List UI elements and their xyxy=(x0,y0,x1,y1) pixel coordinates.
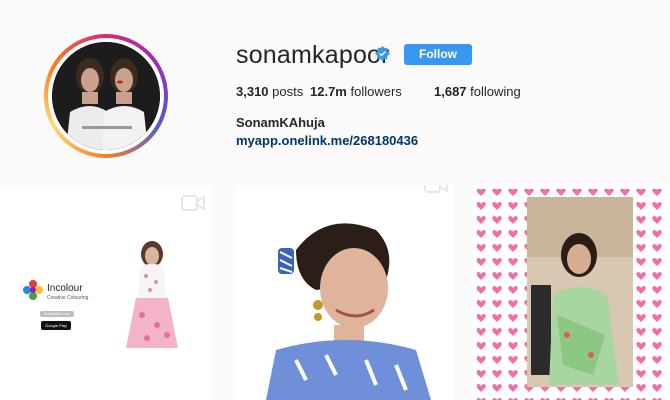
posts-count[interactable]: 3,310 posts xyxy=(236,84,303,99)
avatar[interactable] xyxy=(52,42,160,150)
following-count[interactable]: 1,687 following xyxy=(434,84,521,99)
post-image-woman-pink-skirt xyxy=(126,241,178,348)
video-camera-icon xyxy=(181,195,205,211)
profile-link[interactable]: myapp.onelink.me/268180436 xyxy=(236,133,418,148)
story-ring[interactable] xyxy=(44,34,168,158)
verified-badge-icon xyxy=(375,46,390,61)
download-label: Download now xyxy=(40,311,74,317)
google-play-badge: Google Play xyxy=(41,321,71,330)
profile-header: sonamkapoor Follow 3,310 posts 12.7m fol… xyxy=(0,0,670,183)
post-thumbnail[interactable]: Incolour Creative Colouring Download now… xyxy=(0,185,211,400)
follow-button[interactable]: Follow xyxy=(404,44,472,65)
profile-username: sonamkapoor xyxy=(236,41,390,69)
post-thumbnail[interactable] xyxy=(236,185,454,400)
post-thumbnail[interactable] xyxy=(473,185,670,400)
brand-name: Incolour xyxy=(47,283,83,294)
brand-tagline: Creative Colouring xyxy=(47,295,89,301)
profile-full-name: SonamKAhuja xyxy=(236,115,325,130)
avatar-image xyxy=(52,42,160,150)
post-image-woman-smiling xyxy=(266,223,431,400)
video-camera-icon xyxy=(424,185,448,193)
post-image-woman-green-saree xyxy=(477,189,666,400)
incolour-logo-icon xyxy=(23,280,43,300)
followers-count[interactable]: 12.7m followers xyxy=(310,84,402,99)
